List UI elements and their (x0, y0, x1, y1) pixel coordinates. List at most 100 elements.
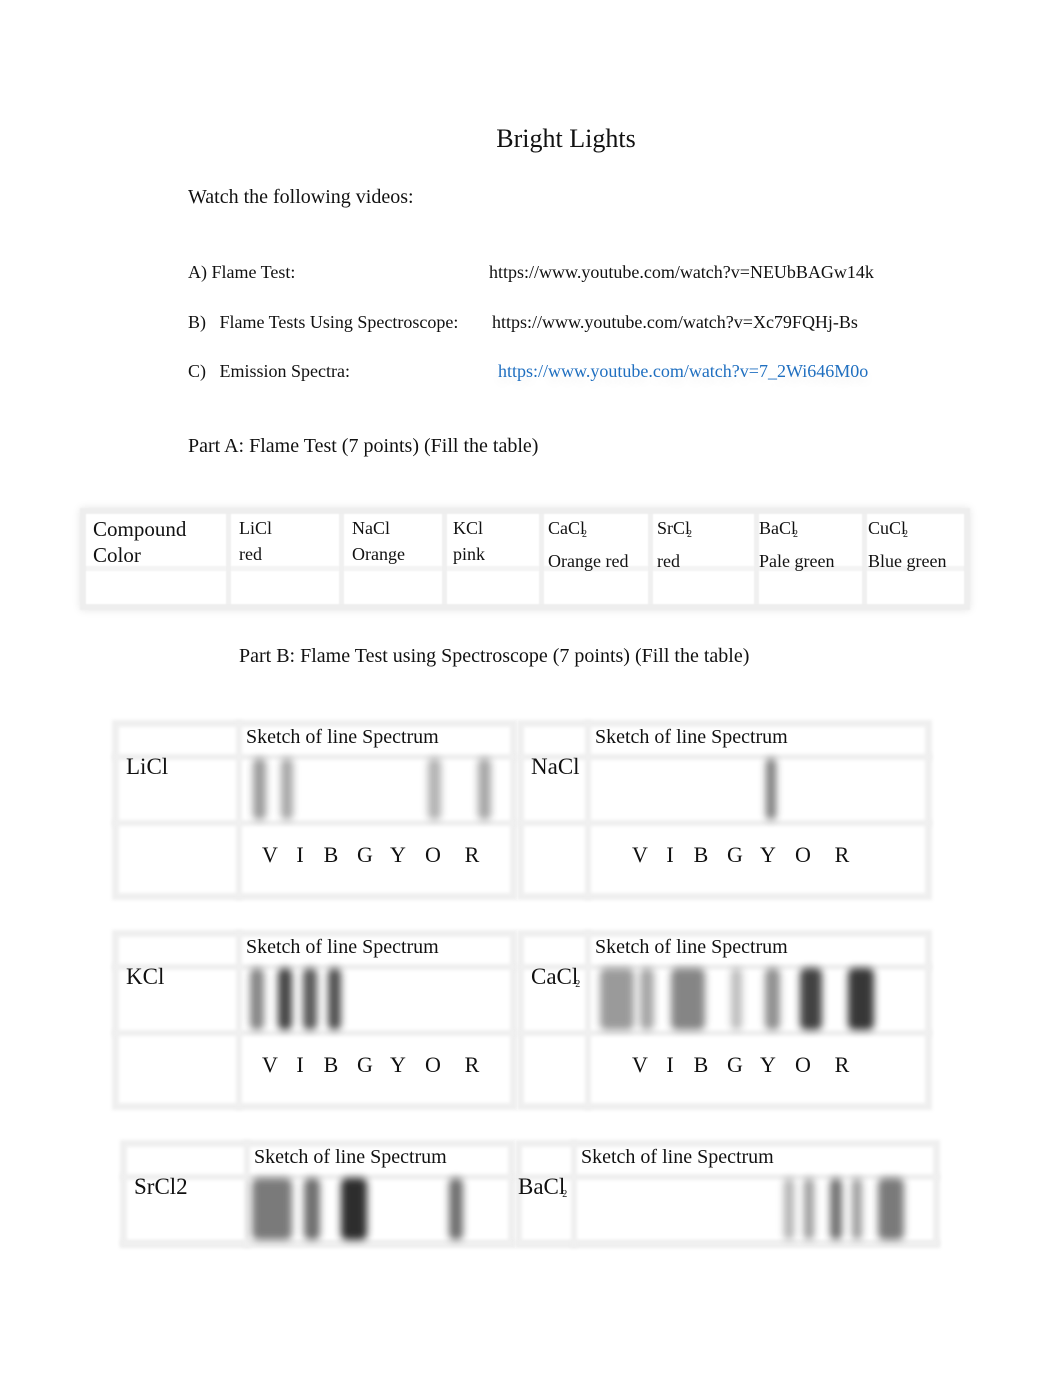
scale-letter: I (296, 842, 304, 867)
scale-letter: G (357, 1052, 373, 1077)
compound-name: SrCl2 (657, 518, 693, 540)
block-divider (236, 720, 242, 900)
scale-letter: V (632, 1052, 648, 1077)
spectral-band (600, 968, 635, 1030)
spectral-band (830, 1178, 842, 1240)
spectral-band (852, 1178, 862, 1240)
flame-color-value[interactable]: Orange red (548, 548, 628, 574)
subscript: 2 (582, 529, 588, 540)
flame-color-value[interactable]: red (657, 548, 692, 574)
flame-color-value[interactable]: red (239, 541, 272, 567)
compound-label: NaCl (531, 754, 580, 779)
table-column: SrCl2 red (657, 515, 692, 574)
table-column: CuCl2 Blue green (868, 515, 946, 574)
sketch-label: Sketch of line Spectrum (246, 936, 439, 958)
scale-letter: R (464, 1052, 480, 1077)
compound-name: KCl (453, 518, 484, 538)
block-divider (585, 720, 591, 900)
scale-letter: I (296, 1052, 304, 1077)
scale-letter: Y (760, 1052, 776, 1077)
block-divider (112, 1030, 517, 1036)
sketch-label: Sketch of line Spectrum (595, 936, 788, 958)
scale-letter: V (262, 842, 278, 867)
page-title: Bright Lights (496, 124, 636, 153)
scale-letter: G (357, 842, 373, 867)
flame-color-value[interactable]: Pale green (759, 548, 834, 574)
video-a-url[interactable]: https://www.youtube.com/watch?v=NEUbBAGw… (489, 262, 874, 283)
scale-letter: Y (390, 1052, 406, 1077)
video-b-label: B) Flame Tests Using Spectroscope: (188, 312, 459, 332)
spectral-band (302, 968, 317, 1030)
block-divider (585, 930, 591, 1110)
spectral-band (277, 968, 292, 1030)
video-b-url[interactable]: https://www.youtube.com/watch?v=Xc79FQHj… (492, 312, 858, 333)
scale-letter: O (425, 842, 441, 867)
table-divider (539, 514, 544, 604)
header-compound: Compound (93, 517, 187, 541)
table-column: CaCl2 Orange red (548, 515, 628, 574)
subscript: 2 (793, 529, 799, 540)
color-scale: VIBGYOR (254, 1052, 492, 1078)
sketch-label: Sketch of line Spectrum (581, 1146, 774, 1168)
spectral-band (804, 1178, 814, 1240)
scale-letter: B (693, 842, 709, 867)
flame-color-value[interactable]: pink (453, 541, 485, 567)
color-scale: VIBGYOR (624, 1052, 862, 1078)
compound-name: CaCl2 (548, 518, 588, 540)
video-c-link[interactable]: https://www.youtube.com/watch?v=7_2Wi646… (498, 361, 868, 382)
scale-letter: B (323, 842, 339, 867)
table-divider (862, 514, 867, 604)
spectral-band (428, 758, 441, 820)
subscript: 2 (575, 979, 581, 990)
table-divider (226, 514, 231, 604)
block-divider (236, 930, 242, 1110)
color-scale: VIBGYOR (254, 842, 492, 868)
compound-name: BaCl2 (759, 518, 799, 540)
sketch-label: Sketch of line Spectrum (254, 1146, 447, 1168)
table-divider (442, 514, 447, 604)
line-spectrum[interactable] (600, 968, 885, 1030)
line-spectrum[interactable] (748, 758, 778, 820)
scale-letter: Y (390, 842, 406, 867)
compound-name: NaCl (352, 518, 390, 538)
line-spectrum[interactable] (698, 1178, 904, 1240)
header-color: Color (93, 543, 141, 567)
flame-color-value[interactable]: Orange (352, 541, 405, 567)
flame-color-value[interactable]: Blue green (868, 548, 946, 574)
scale-letter: V (262, 1052, 278, 1077)
table-divider (339, 514, 344, 604)
compound-label: CaCl2 (531, 964, 581, 990)
line-spectrum[interactable] (252, 1178, 487, 1240)
spectral-band (784, 1178, 794, 1240)
scale-letter: B (693, 1052, 709, 1077)
line-spectrum[interactable] (248, 758, 498, 820)
scale-letter: O (795, 842, 811, 867)
scale-letter: I (666, 1052, 674, 1077)
spectral-band (799, 968, 823, 1030)
intro-text: Watch the following videos: (188, 186, 414, 208)
block-divider (517, 1030, 932, 1036)
block-divider (517, 820, 932, 826)
line-spectrum[interactable] (250, 968, 405, 1030)
compound-label: BaCl2 (518, 1174, 568, 1200)
compound-label: LiCl (126, 754, 169, 779)
compound-name: LiCl (239, 518, 273, 538)
block-divider (120, 1240, 515, 1246)
part-a-heading: Part A: Flame Test (7 points) (Fill the … (188, 435, 539, 457)
scale-letter: R (834, 842, 850, 867)
scale-letter: V (632, 842, 648, 867)
spectral-band (639, 968, 655, 1030)
spectral-band (341, 1178, 368, 1240)
flame-test-table (80, 508, 970, 610)
spectral-band (327, 968, 342, 1030)
spectral-band (280, 758, 293, 820)
compound-label: KCl (126, 964, 165, 989)
spectral-band (766, 758, 776, 820)
table-divider (648, 514, 653, 604)
video-c-label: C) Emission Spectra: (188, 361, 350, 381)
spectral-band (252, 1178, 292, 1240)
scale-letter: B (323, 1052, 339, 1077)
video-a-label: A) Flame Test: (188, 262, 296, 282)
compound-label: SrCl2 (134, 1174, 188, 1199)
spectral-band (253, 758, 266, 820)
